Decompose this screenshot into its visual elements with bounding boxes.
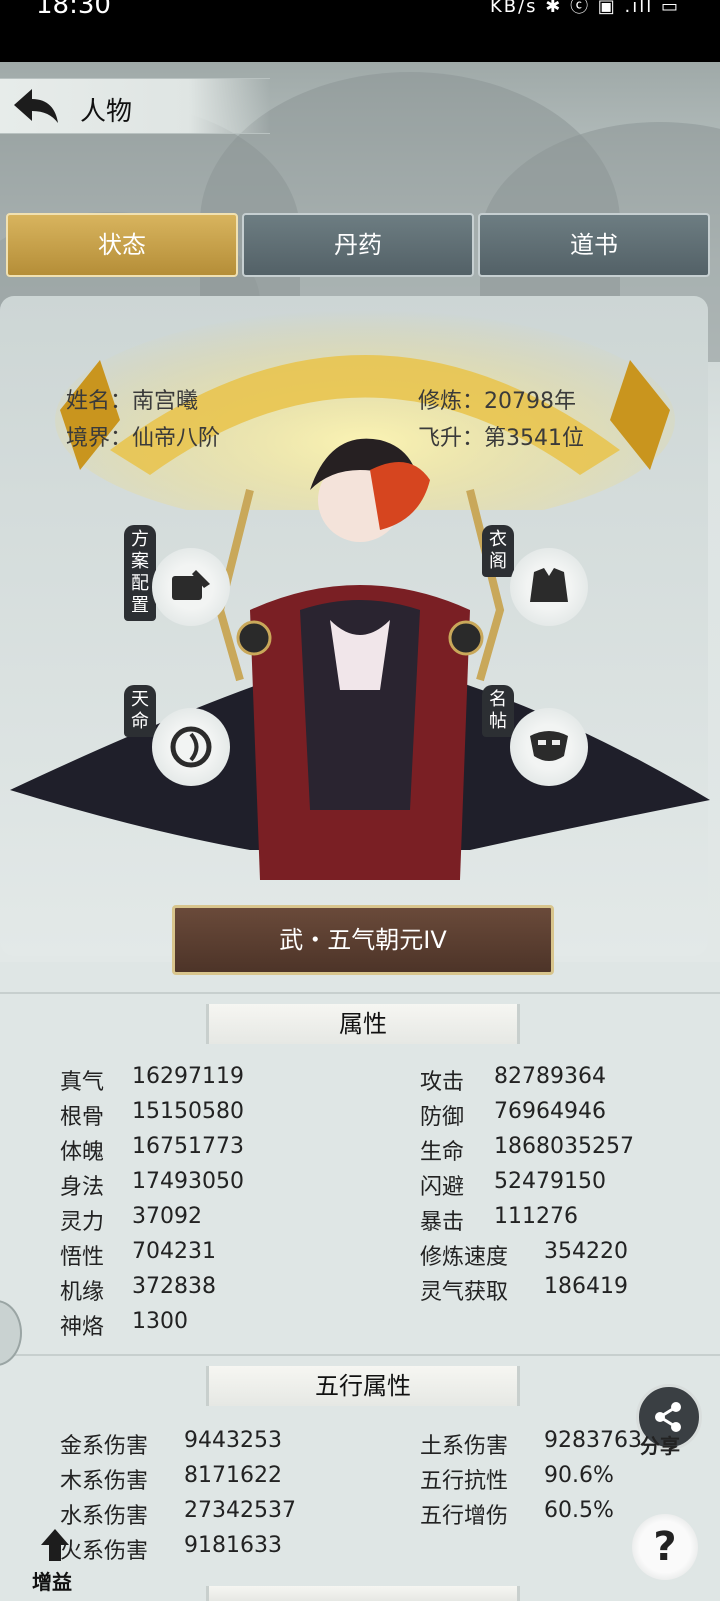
stat-value: 1300 bbox=[132, 1309, 188, 1334]
stat-row: 身法 17493050 bbox=[60, 1169, 244, 1201]
stat-label: 闪避 bbox=[420, 1175, 465, 1200]
attributes-header: 属性 bbox=[206, 1004, 520, 1044]
stat-label: 修炼速度 bbox=[420, 1245, 509, 1270]
namecard-label: 名帖 bbox=[482, 685, 514, 737]
stat-row: 木系伤害 8171622 bbox=[60, 1463, 282, 1495]
namecard-button[interactable] bbox=[510, 708, 588, 786]
robe-icon bbox=[530, 568, 568, 602]
stat-row: 灵气获取 186419 bbox=[420, 1274, 628, 1306]
stat-value: 27342537 bbox=[184, 1498, 296, 1523]
stat-row: 生命 1868035257 bbox=[420, 1134, 634, 1166]
stat-value: 16751773 bbox=[132, 1134, 244, 1159]
next-section-header bbox=[206, 1586, 520, 1601]
stat-value: 9283763 bbox=[544, 1428, 642, 1453]
stat-label: 生命 bbox=[420, 1140, 465, 1165]
help-button[interactable]: ? bbox=[632, 1514, 698, 1580]
stat-row: 修炼速度 354220 bbox=[420, 1239, 628, 1271]
stat-label: 身法 bbox=[60, 1175, 105, 1200]
stat-value: 16297119 bbox=[132, 1064, 244, 1089]
stat-label: 防御 bbox=[420, 1105, 465, 1130]
left-edge-handle[interactable] bbox=[0, 1300, 22, 1366]
elements-header: 五行属性 bbox=[206, 1366, 520, 1406]
stat-row: 土系伤害 9283763 bbox=[420, 1428, 642, 1460]
stat-value: 111276 bbox=[494, 1204, 578, 1229]
back-button[interactable] bbox=[10, 85, 62, 127]
stat-value: 704231 bbox=[132, 1239, 216, 1264]
stat-label: 五行抗性 bbox=[420, 1469, 509, 1494]
plan-config-button[interactable] bbox=[152, 548, 230, 626]
stat-row: 神烙 1300 bbox=[60, 1309, 188, 1341]
stat-label: 灵力 bbox=[60, 1210, 105, 1235]
character-title-plate[interactable]: 武・五气朝元IV bbox=[172, 905, 554, 975]
swirl-icon bbox=[170, 726, 212, 768]
tab-elixir[interactable]: 丹药 bbox=[242, 213, 474, 277]
tab-bar: 状态 丹药 道书 bbox=[6, 213, 714, 277]
status-bar: 18:30 KB/s ✱ ⓒ ▣ .ıll ▭ bbox=[0, 0, 720, 62]
up-arrow-icon bbox=[41, 1529, 69, 1561]
stat-value: 354220 bbox=[544, 1239, 628, 1264]
stat-value: 37092 bbox=[132, 1204, 202, 1229]
page-title: 人物 bbox=[80, 97, 133, 127]
wardrobe-label: 衣阁 bbox=[482, 525, 514, 577]
stat-row: 五行增伤 60.5% bbox=[420, 1498, 614, 1530]
stat-value: 82789364 bbox=[494, 1064, 606, 1089]
stat-row: 闪避 52479150 bbox=[420, 1169, 606, 1201]
stat-label: 暴击 bbox=[420, 1210, 465, 1235]
stat-label: 体魄 bbox=[60, 1140, 105, 1165]
stat-value: 17493050 bbox=[132, 1169, 244, 1194]
mask-icon bbox=[530, 731, 568, 761]
stat-row: 攻击 82789364 bbox=[420, 1064, 606, 1096]
divider bbox=[0, 1354, 720, 1356]
buff-label: 增益 bbox=[32, 1570, 72, 1594]
tab-daobook[interactable]: 道书 bbox=[478, 213, 710, 277]
stat-label: 金系伤害 bbox=[60, 1434, 149, 1459]
stat-label: 神烙 bbox=[60, 1315, 105, 1340]
character-portrait bbox=[10, 438, 710, 880]
stat-value: 9181633 bbox=[184, 1533, 282, 1558]
stat-label: 悟性 bbox=[60, 1245, 105, 1270]
stat-row: 防御 76964946 bbox=[420, 1099, 606, 1131]
stat-value: 60.5% bbox=[544, 1498, 614, 1523]
stat-label: 土系伤害 bbox=[420, 1434, 509, 1459]
stat-label: 五行增伤 bbox=[420, 1504, 509, 1529]
divider bbox=[0, 992, 720, 994]
stat-row: 悟性 704231 bbox=[60, 1239, 216, 1271]
system-icons: KB/s ✱ ⓒ ▣ .ıll ▭ bbox=[489, 0, 680, 17]
stat-row: 机缘 372838 bbox=[60, 1274, 216, 1306]
stat-label: 真气 bbox=[60, 1070, 105, 1095]
stat-label: 根骨 bbox=[60, 1105, 105, 1130]
stat-value: 9443253 bbox=[184, 1428, 282, 1453]
stat-label: 攻击 bbox=[420, 1070, 465, 1095]
stat-row: 根骨 15150580 bbox=[60, 1099, 244, 1131]
stat-label: 灵气获取 bbox=[420, 1280, 509, 1305]
stat-label: 木系伤害 bbox=[60, 1469, 149, 1494]
stat-value: 372838 bbox=[132, 1274, 216, 1299]
stat-value: 186419 bbox=[544, 1274, 628, 1299]
stat-value: 15150580 bbox=[132, 1099, 244, 1124]
stat-value: 90.6% bbox=[544, 1463, 614, 1488]
buff-button[interactable] bbox=[32, 1522, 78, 1568]
fate-button[interactable] bbox=[152, 708, 230, 786]
clock: 18:30 bbox=[36, 0, 111, 20]
fate-label: 天命 bbox=[124, 685, 156, 737]
stat-value: 8171622 bbox=[184, 1463, 282, 1488]
stat-row: 暴击 111276 bbox=[420, 1204, 578, 1236]
stat-value: 76964946 bbox=[494, 1099, 606, 1124]
tab-status[interactable]: 状态 bbox=[6, 213, 238, 277]
stat-row: 真气 16297119 bbox=[60, 1064, 244, 1096]
stat-value: 52479150 bbox=[494, 1169, 606, 1194]
wardrobe-button[interactable] bbox=[510, 548, 588, 626]
stat-row: 金系伤害 9443253 bbox=[60, 1428, 282, 1460]
stat-row: 灵力 37092 bbox=[60, 1204, 202, 1236]
stat-row: 五行抗性 90.6% bbox=[420, 1463, 614, 1495]
share-label: 分享 bbox=[640, 1434, 680, 1458]
back-arrow-icon bbox=[14, 89, 58, 123]
plan-config-label: 方案配置 bbox=[124, 525, 156, 621]
header-bar: 人物 bbox=[0, 78, 270, 134]
stat-label: 机缘 bbox=[60, 1280, 105, 1305]
stat-row: 体魄 16751773 bbox=[60, 1134, 244, 1166]
stat-value: 1868035257 bbox=[494, 1134, 634, 1159]
scroll-brush-icon bbox=[172, 570, 210, 600]
share-icon bbox=[655, 1402, 681, 1432]
